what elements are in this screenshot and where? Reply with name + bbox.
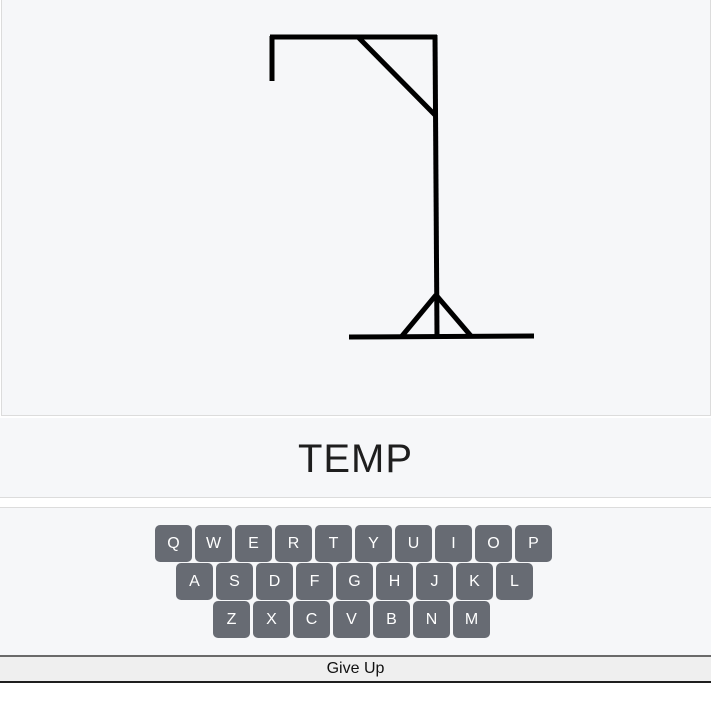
key-p[interactable]: P <box>515 525 552 562</box>
key-q[interactable]: Q <box>155 525 192 562</box>
key-v[interactable]: V <box>333 601 370 638</box>
secret-word: TEMP <box>297 437 414 481</box>
key-a[interactable]: A <box>176 563 213 600</box>
key-n[interactable]: N <box>413 601 450 638</box>
key-l[interactable]: L <box>496 563 533 600</box>
keyboard-row-1: QWERTYUIOP <box>155 525 552 562</box>
key-m[interactable]: M <box>453 601 490 638</box>
key-f[interactable]: F <box>296 563 333 600</box>
key-h[interactable]: H <box>376 563 413 600</box>
give-up-button[interactable]: Give Up <box>0 655 711 683</box>
key-i[interactable]: I <box>435 525 472 562</box>
keyboard-panel: QWERTYUIOP ASDFGHJKL ZXCVBNM <box>0 507 711 656</box>
gallows-drawing <box>269 34 535 340</box>
word-panel: TEMP <box>0 418 711 498</box>
key-e[interactable]: E <box>235 525 272 562</box>
key-g[interactable]: G <box>336 563 373 600</box>
key-k[interactable]: K <box>456 563 493 600</box>
keyboard-row-2: ASDFGHJKL <box>176 563 533 600</box>
key-d[interactable]: D <box>256 563 293 600</box>
key-o[interactable]: O <box>475 525 512 562</box>
gallows-leg-left <box>400 293 438 338</box>
key-x[interactable]: X <box>253 601 290 638</box>
gallows-ground <box>348 333 535 340</box>
gallows-panel <box>1 0 711 416</box>
gallows-post <box>432 34 440 337</box>
key-y[interactable]: Y <box>355 525 392 562</box>
gallows-leg-right <box>434 293 473 338</box>
key-s[interactable]: S <box>216 563 253 600</box>
key-u[interactable]: U <box>395 525 432 562</box>
key-c[interactable]: C <box>293 601 330 638</box>
key-t[interactable]: T <box>315 525 352 562</box>
key-w[interactable]: W <box>195 525 232 562</box>
key-j[interactable]: J <box>416 563 453 600</box>
keyboard-row-3: ZXCVBNM <box>213 601 490 638</box>
gallows-brace <box>356 35 437 117</box>
key-b[interactable]: B <box>373 601 410 638</box>
key-z[interactable]: Z <box>213 601 250 638</box>
key-r[interactable]: R <box>275 525 312 562</box>
